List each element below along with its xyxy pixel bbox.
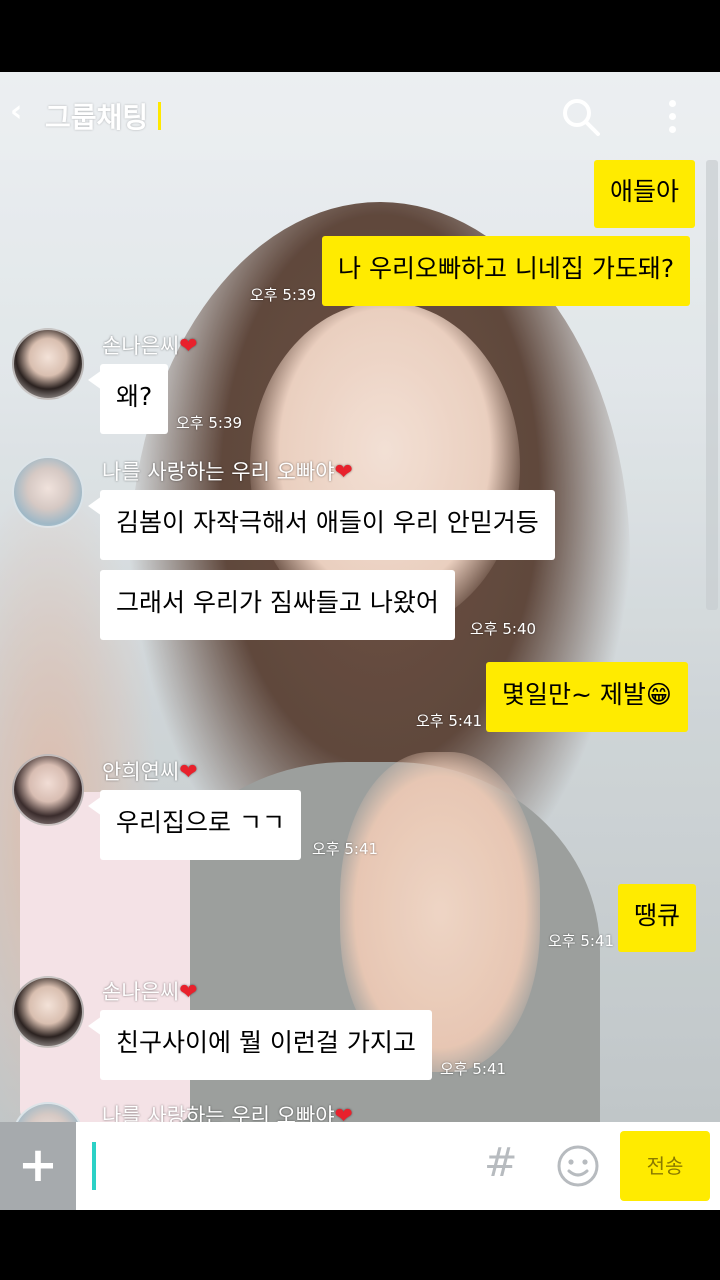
sender-name: 안희연씨❤ <box>102 760 198 785</box>
navigation-bar <box>0 1210 720 1280</box>
search-icon[interactable] <box>560 96 602 138</box>
avatar[interactable] <box>12 754 84 826</box>
heart-icon: ❤ <box>334 460 353 485</box>
message-time: 오후 5:39 <box>250 286 317 304</box>
send-button[interactable]: 전송 <box>620 1131 710 1201</box>
grinning-face-icon: 😁 <box>645 680 672 709</box>
screen: ‹ 그룹채팅 애들아 나 우리오빠하고 니네집 가도돼? 오후 5:39 손나은… <box>0 0 720 1280</box>
sender-name: 손나은씨❤ <box>102 980 198 1005</box>
message-bubble[interactable]: 몇일만~ 제발😁 <box>486 662 688 732</box>
attach-plus-button[interactable]: + <box>0 1122 76 1210</box>
chat-header: ‹ 그룹채팅 <box>0 72 720 160</box>
message-input[interactable] <box>88 1132 478 1200</box>
message-time: 오후 5:41 <box>548 932 615 950</box>
message-bubble[interactable]: 우리집으로 ㄱㄱ <box>100 790 301 860</box>
message-bubble[interactable]: 왜? <box>100 364 169 434</box>
avatar[interactable] <box>12 328 84 400</box>
message-input-bar: + # 전송 <box>0 1122 720 1210</box>
message-text: 몇일만~ 제발 <box>502 680 646 709</box>
sender-name: 손나은씨❤ <box>102 334 198 359</box>
avatar[interactable] <box>12 976 84 1048</box>
hash-search-button[interactable]: # <box>484 1140 518 1186</box>
more-vertical-icon[interactable] <box>660 96 684 138</box>
message-time: 오후 5:40 <box>470 620 537 638</box>
message-time: 오후 5:39 <box>176 414 243 432</box>
message-bubble[interactable]: 애들아 <box>594 160 696 228</box>
message-bubble[interactable]: 그래서 우리가 짐싸들고 나왔어 <box>100 570 455 640</box>
heart-icon: ❤ <box>179 980 198 1005</box>
avatar[interactable] <box>12 456 84 528</box>
message-bubble[interactable]: 김봄이 자작극해서 애들이 우리 안믿거등 <box>100 490 555 560</box>
message-bubble[interactable]: 나 우리오빠하고 니네집 가도돼? <box>322 236 691 306</box>
chat-room-title: 그룹채팅 <box>45 101 149 134</box>
heart-icon: ❤ <box>179 334 198 359</box>
text-caret <box>92 1142 96 1190</box>
message-time: 오후 5:41 <box>440 1060 507 1078</box>
message-bubble[interactable]: 친구사이에 뭘 이런걸 가지고 <box>100 1010 432 1080</box>
message-time: 오후 5:41 <box>416 712 483 730</box>
message-bubble[interactable]: 땡큐 <box>618 884 697 952</box>
status-bar <box>0 0 720 72</box>
sender-name: 나를 사랑하는 우리 오빠야❤ <box>102 460 353 485</box>
back-icon[interactable]: ‹ <box>10 94 22 129</box>
scrollbar[interactable] <box>706 160 718 610</box>
title-marker <box>158 102 161 130</box>
smiley-icon[interactable] <box>556 1144 600 1188</box>
message-time: 오후 5:41 <box>312 840 379 858</box>
heart-icon: ❤ <box>179 760 198 785</box>
